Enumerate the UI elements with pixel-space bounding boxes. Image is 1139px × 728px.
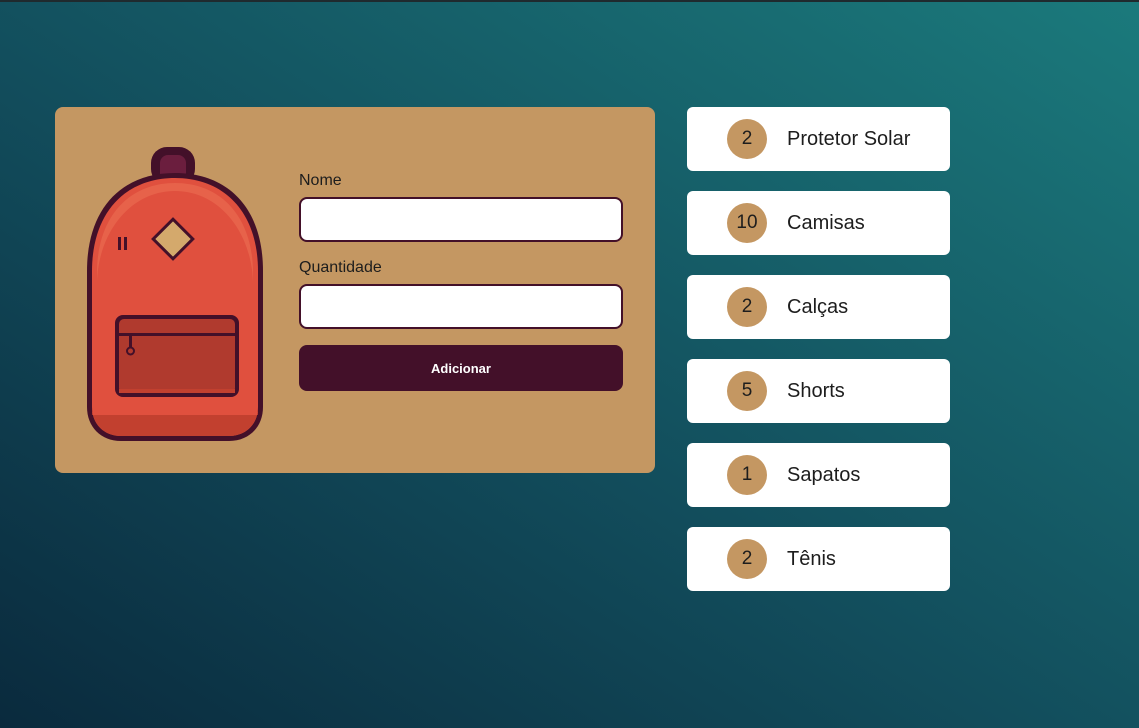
add-item-card: Nome Quantidade Adicionar [55, 107, 655, 473]
list-item: 1 Sapatos [687, 443, 950, 507]
quantity-badge: 10 [727, 203, 767, 243]
top-border [0, 0, 1139, 2]
name-input[interactable] [299, 197, 623, 242]
quantity-badge: 1 [727, 455, 767, 495]
list-item: 2 Tênis [687, 527, 950, 591]
item-name: Camisas [787, 211, 865, 234]
list-item: 2 Protetor Solar [687, 107, 950, 171]
list-item: 10 Camisas [687, 191, 950, 255]
item-name: Protetor Solar [787, 127, 911, 150]
add-button[interactable]: Adicionar [299, 345, 623, 391]
item-name: Sapatos [787, 463, 861, 486]
quantity-input[interactable] [299, 284, 623, 329]
item-name: Shorts [787, 379, 845, 402]
list-item: 5 Shorts [687, 359, 950, 423]
name-label: Nome [299, 172, 342, 189]
quantity-badge: 5 [727, 371, 767, 411]
quantity-badge: 2 [727, 539, 767, 579]
backpack-icon [87, 147, 263, 441]
add-item-form: Nome Quantidade Adicionar [299, 171, 623, 391]
quantity-badge: 2 [727, 287, 767, 327]
list-item: 2 Calças [687, 275, 950, 339]
item-name: Tênis [787, 547, 836, 570]
item-list: 2 Protetor Solar 10 Camisas 2 Calças 5 S… [687, 107, 950, 611]
quantity-label: Quantidade [299, 259, 382, 276]
quantity-badge: 2 [727, 119, 767, 159]
item-name: Calças [787, 295, 849, 318]
